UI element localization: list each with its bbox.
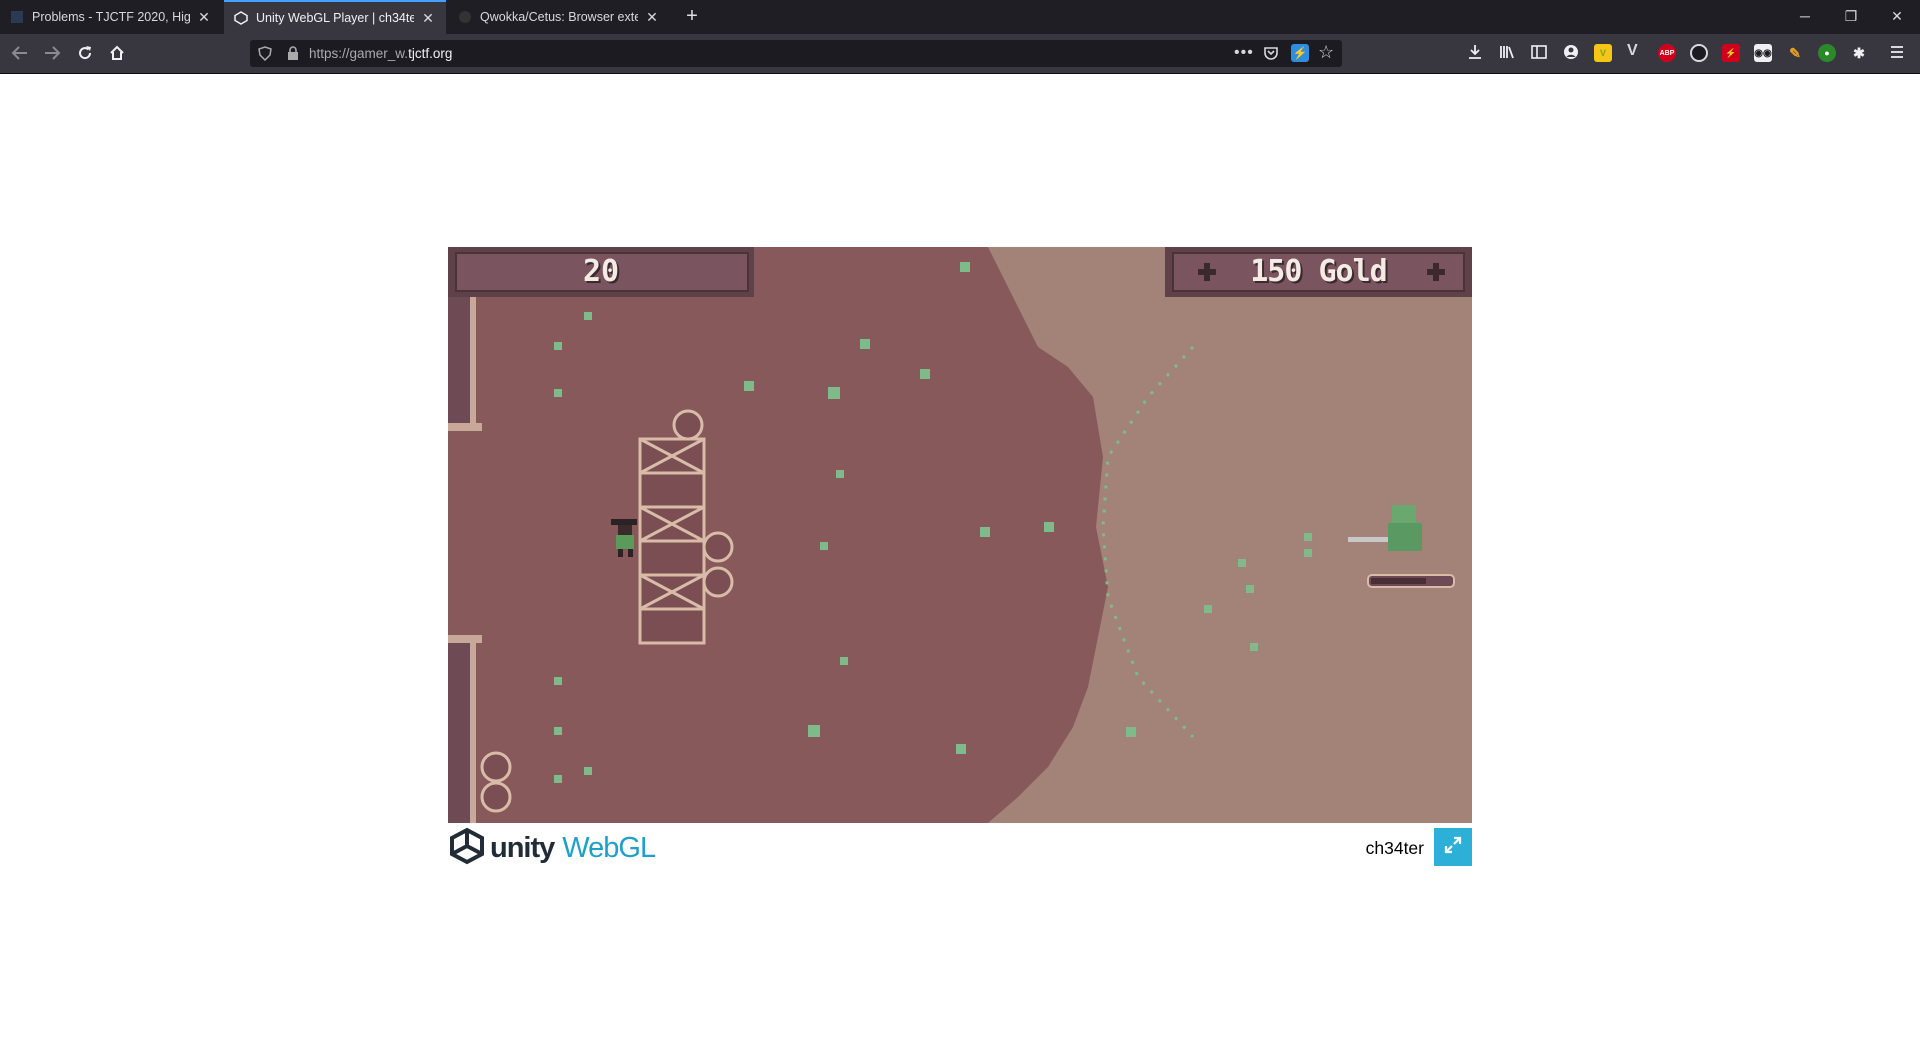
close-window-button[interactable]: ✕ [1874, 0, 1920, 34]
unity-logo-icon [448, 827, 486, 870]
game-scene [448, 247, 1472, 823]
tab-title: Unity WebGL Player | ch34ter [256, 11, 414, 25]
sidebar-icon[interactable] [1531, 44, 1547, 65]
tracking-shield-icon[interactable] [258, 46, 272, 66]
adblock-icon[interactable]: ABP [1658, 44, 1676, 62]
webgl-wordmark: WebGL [562, 831, 656, 864]
wall-bottom [448, 639, 470, 823]
mask-extension-icon[interactable]: ◉◉ [1754, 44, 1772, 62]
wall-corner [448, 635, 482, 643]
home-button[interactable] [103, 39, 131, 67]
wall-edge [470, 639, 476, 823]
tab-title: Problems - TJCTF 2020, High Sc [32, 10, 190, 24]
green-extension-icon[interactable]: ● [1818, 44, 1836, 62]
new-tab-button[interactable]: + [680, 4, 704, 28]
tab-strip: Problems - TJCTF 2020, High Sc ✕ Unity W… [0, 0, 1920, 34]
back-button[interactable] [6, 39, 34, 67]
close-tab-icon[interactable]: ✕ [644, 9, 660, 26]
wall-corner [448, 423, 482, 431]
wall-edge [470, 297, 476, 429]
pencil-extension-icon[interactable]: ✎ [1786, 44, 1804, 62]
dark-ground [448, 247, 1108, 823]
lightning-extension-icon[interactable]: ⚡ [1291, 44, 1309, 62]
fullscreen-icon [1443, 835, 1463, 860]
github-favicon-icon [458, 10, 472, 24]
close-tab-icon[interactable]: ✕ [196, 9, 212, 26]
wave-counter: 20 [582, 254, 620, 289]
tab-problems[interactable]: Problems - TJCTF 2020, High Sc ✕ [0, 0, 222, 34]
close-tab-icon[interactable]: ✕ [420, 10, 436, 27]
tab-github-cetus[interactable]: Qwokka/Cetus: Browser extens ✕ [448, 0, 670, 34]
unity-game-canvas[interactable]: 20 150 Gold [448, 247, 1472, 823]
menu-icon[interactable] [1889, 44, 1905, 65]
unity-wordmark: unity [490, 831, 555, 864]
downloads-icon[interactable] [1467, 44, 1483, 65]
reload-button[interactable] [71, 39, 99, 67]
gold-counter: 150 Gold [1250, 254, 1388, 289]
bug-extension-icon[interactable]: ✱ [1850, 44, 1868, 62]
fullscreen-button[interactable] [1434, 828, 1472, 866]
restore-button[interactable]: ❐ [1828, 0, 1874, 34]
minimize-button[interactable]: ─ [1782, 0, 1828, 34]
game-title: ch34ter [1365, 838, 1424, 858]
unity-favicon-icon [234, 11, 248, 25]
lock-icon[interactable] [287, 46, 299, 65]
tab-title: Qwokka/Cetus: Browser extens [480, 10, 638, 24]
enemy-health-fill [1371, 578, 1426, 584]
tab-unity-webgl[interactable]: Unity WebGL Player | ch34ter ✕ [224, 0, 446, 34]
forward-button[interactable] [38, 39, 66, 67]
v-extension-icon[interactable]: V [1627, 42, 1638, 60]
vimium-icon[interactable]: V [1594, 44, 1612, 62]
url-text[interactable]: https://gamer_w.tjctf.org [309, 46, 452, 61]
url-domain: tjctf.org [408, 46, 453, 61]
account-icon[interactable] [1563, 44, 1579, 65]
pocket-icon[interactable] [1263, 45, 1279, 66]
red-extension-icon[interactable]: ⚡ [1722, 44, 1740, 62]
tjctf-favicon-icon [10, 10, 24, 24]
library-icon[interactable] [1499, 44, 1515, 65]
dark-extension-icon[interactable] [1690, 44, 1708, 62]
page-actions-icon[interactable]: ••• [1234, 44, 1254, 62]
unity-webgl-logo: unity WebGL [448, 827, 656, 870]
bookmark-star-icon[interactable]: ☆ [1318, 42, 1334, 63]
url-prefix: https://gamer_w. [309, 46, 409, 61]
